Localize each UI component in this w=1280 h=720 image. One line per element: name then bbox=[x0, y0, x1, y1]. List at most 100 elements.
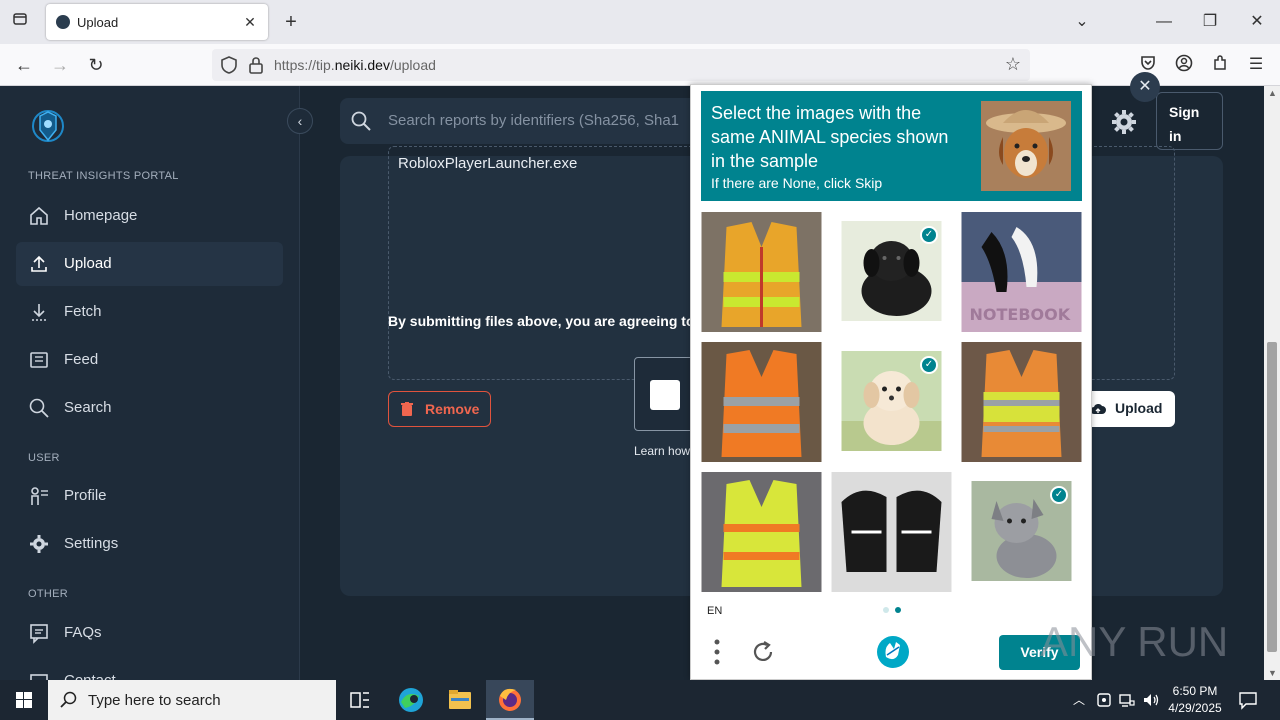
browser-nav-bar: ← → ↻ https://tip.neiki.dev/upload ☆ ☰ bbox=[0, 44, 1280, 86]
sidebar-item-label: Settings bbox=[64, 535, 119, 552]
file-name: RobloxPlayerLauncher.exe bbox=[398, 155, 578, 172]
browser-tab-bar: Upload ✕ + ⌄ — ❐ ✕ bbox=[0, 0, 1280, 44]
close-window-icon[interactable]: ✕ bbox=[1243, 10, 1271, 34]
svg-text:ANY RUN: ANY RUN bbox=[1040, 618, 1228, 665]
sidebar-item-homepage[interactable]: Homepage bbox=[16, 194, 283, 238]
page-scrollbar[interactable]: ▲ ▼ bbox=[1264, 86, 1280, 680]
minimize-icon[interactable]: — bbox=[1150, 10, 1178, 34]
firefox-taskbar-button[interactable] bbox=[486, 680, 534, 720]
captcha-tile-vest[interactable] bbox=[961, 342, 1082, 462]
back-icon[interactable]: ← bbox=[11, 53, 37, 77]
collapse-sidebar-button[interactable]: ‹ bbox=[287, 108, 313, 134]
taskbar-search-placeholder: Type here to search bbox=[88, 692, 221, 709]
favicon-icon bbox=[56, 15, 70, 29]
device-icon[interactable] bbox=[1095, 691, 1113, 709]
task-view-icon[interactable] bbox=[336, 680, 384, 720]
lock-icon[interactable] bbox=[248, 55, 264, 75]
sidebar-item-label: Fetch bbox=[64, 303, 102, 320]
volume-icon[interactable] bbox=[1142, 691, 1160, 709]
captcha-subprompt: If there are None, click Skip bbox=[711, 175, 883, 191]
windows-start-icon[interactable] bbox=[0, 680, 48, 720]
sidebar-item-feed[interactable]: Feed bbox=[16, 338, 283, 382]
learn-how-link[interactable]: Learn how bbox=[634, 444, 690, 458]
cloud-upload-icon bbox=[1090, 403, 1106, 414]
sidebar-item-fetch[interactable]: Fetch bbox=[16, 290, 283, 334]
more-options-icon[interactable] bbox=[713, 638, 721, 666]
sidebar-item-upload[interactable]: Upload bbox=[16, 242, 283, 286]
page-dot-1 bbox=[883, 607, 889, 613]
sidebar-item-settings[interactable]: Settings bbox=[16, 522, 283, 566]
reload-icon[interactable]: ↻ bbox=[83, 53, 109, 77]
sidebar-item-profile[interactable]: Profile bbox=[16, 474, 283, 518]
trash-icon bbox=[401, 402, 413, 416]
file-explorer-icon[interactable] bbox=[436, 680, 484, 720]
report-search-input[interactable]: Search reports by identifiers (Sha256, S… bbox=[340, 98, 700, 144]
account-icon[interactable] bbox=[1172, 54, 1196, 76]
extensions-icon[interactable] bbox=[1208, 54, 1232, 76]
forward-icon[interactable]: → bbox=[47, 53, 73, 77]
menu-icon[interactable]: ☰ bbox=[1244, 54, 1268, 76]
tab-close-icon[interactable]: ✕ bbox=[240, 12, 260, 32]
tile-watermark-text: NOTEBOOK bbox=[970, 305, 1071, 324]
new-tab-button[interactable]: + bbox=[280, 11, 302, 33]
sidebar-item-label: Homepage bbox=[64, 207, 138, 224]
section-label-user: USER bbox=[28, 452, 60, 464]
refresh-icon[interactable] bbox=[750, 639, 776, 665]
selected-check-icon: ✓ bbox=[1050, 486, 1068, 504]
close-file-button[interactable]: ✕ bbox=[1130, 72, 1160, 102]
captcha-tile-vest[interactable] bbox=[701, 472, 822, 592]
sidebar-item-label: Profile bbox=[64, 487, 107, 504]
gear-icon bbox=[30, 535, 48, 553]
bookmark-star-icon[interactable]: ☆ bbox=[1002, 54, 1024, 75]
captcha-tile-vest[interactable] bbox=[701, 342, 822, 462]
sidebar-item-faqs[interactable]: FAQs bbox=[16, 611, 283, 655]
show-hidden-icons-icon[interactable]: ︿ bbox=[1070, 691, 1088, 709]
anyrun-watermark: ANY RUN bbox=[1040, 618, 1228, 665]
scroll-thumb[interactable] bbox=[1267, 342, 1277, 652]
search-icon bbox=[351, 111, 371, 131]
sidebar-item-search[interactable]: Search bbox=[16, 386, 283, 430]
gear-icon[interactable] bbox=[1110, 108, 1138, 136]
captcha-tile-vest[interactable] bbox=[701, 212, 822, 332]
restore-icon[interactable]: ❐ bbox=[1196, 10, 1224, 34]
sidebar-item-contact[interactable]: Contact bbox=[16, 659, 283, 680]
sidebar-item-label: Contact bbox=[64, 672, 116, 680]
sidebar-item-label: FAQs bbox=[64, 624, 102, 641]
scroll-down-icon[interactable]: ▼ bbox=[1268, 668, 1277, 678]
sign-in-button[interactable]: Sign in bbox=[1156, 92, 1223, 150]
page-dot-2 bbox=[895, 607, 901, 613]
tab-title: Upload bbox=[77, 15, 119, 30]
edge-icon[interactable] bbox=[387, 680, 435, 720]
list-all-tabs-icon[interactable]: ⌄ bbox=[1068, 10, 1096, 34]
shield-icon[interactable] bbox=[220, 55, 238, 75]
captcha-tile-shoes[interactable] bbox=[831, 472, 952, 592]
notifications-icon[interactable] bbox=[1238, 690, 1258, 710]
url-bar[interactable]: https://tip.neiki.dev/upload ☆ bbox=[212, 49, 1030, 81]
taskbar-search-input[interactable]: Type here to search bbox=[48, 680, 336, 720]
captcha-tile-notebook[interactable]: NOTEBOOK bbox=[961, 212, 1082, 332]
upload-button[interactable]: Upload bbox=[1082, 391, 1175, 427]
hcaptcha-logo-icon[interactable] bbox=[876, 635, 910, 669]
windows-taskbar: Type here to search ︿ 6:50 PM 4/29/2025 bbox=[0, 680, 1280, 720]
tab-list-icon[interactable] bbox=[8, 11, 32, 33]
sidebar: THREAT INSIGHTS PORTAL Homepage Upload F… bbox=[0, 86, 300, 680]
logo-icon[interactable] bbox=[28, 106, 68, 146]
checkbox-box[interactable] bbox=[650, 380, 680, 410]
remove-button[interactable]: Remove bbox=[388, 391, 491, 427]
scroll-up-icon[interactable]: ▲ bbox=[1268, 88, 1277, 98]
search-icon bbox=[29, 398, 49, 418]
browser-tab[interactable]: Upload ✕ bbox=[46, 4, 268, 40]
network-icon[interactable] bbox=[1118, 691, 1136, 709]
feed-icon bbox=[30, 352, 48, 368]
sample-dog-image bbox=[981, 101, 1071, 191]
captcha-challenge-popup: Select the images with the same ANIMAL s… bbox=[690, 84, 1092, 680]
captcha-checkbox[interactable] bbox=[634, 357, 694, 431]
language-selector[interactable]: EN bbox=[707, 605, 722, 617]
captcha-header: Select the images with the same ANIMAL s… bbox=[701, 91, 1082, 201]
url-text[interactable]: https://tip.neiki.dev/upload bbox=[274, 57, 436, 73]
download-icon bbox=[32, 304, 46, 321]
section-label-portal: THREAT INSIGHTS PORTAL bbox=[28, 170, 179, 182]
sidebar-item-label: Search bbox=[64, 399, 112, 416]
search-placeholder: Search reports by identifiers (Sha256, S… bbox=[388, 112, 679, 129]
system-clock[interactable]: 6:50 PM 4/29/2025 bbox=[1160, 683, 1230, 717]
